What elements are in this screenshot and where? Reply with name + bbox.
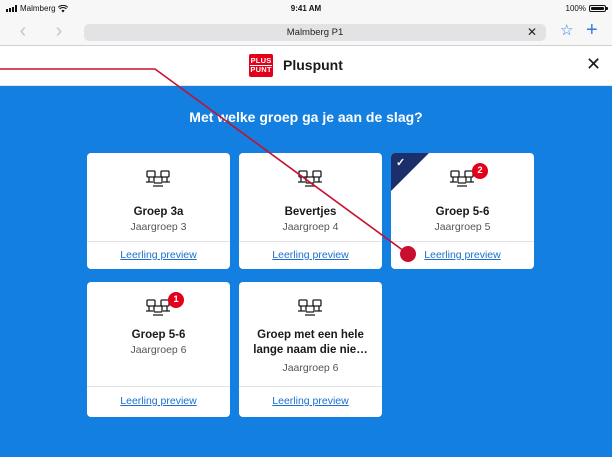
group-card[interactable]: Bevertjes Jaargroep 4 Leerling preview [239,153,382,269]
divider [87,386,230,387]
star-icon[interactable]: ☆ [560,23,573,39]
year-group: Jaargroep 6 [130,344,187,356]
close-icon[interactable]: ✕ [586,55,601,73]
logo-line-2: PUNT [250,65,272,74]
chevron-right-icon[interactable]: › [50,21,68,41]
pluspunt-logo: PLUS PUNT [249,54,273,77]
group-name: Groep 5-6 [435,206,490,218]
year-group: Jaargroep 4 [282,221,339,233]
group-icon [298,170,322,187]
student-preview-link[interactable]: Leerling preview [87,395,230,407]
group-selection-panel: Met welke groep ga je aan de slag? Groep… [0,86,612,457]
group-name: Groep 3a [133,206,184,218]
app-header: PLUS PUNT Pluspunt ✕ [0,46,612,86]
group-card[interactable]: 1 Groep 5-6 Jaargroep 6 Leerling preview [87,282,230,417]
group-name: Bevertjes [284,206,337,218]
chevron-left-icon[interactable]: ‹ [14,21,32,41]
notification-badge: 2 [472,163,488,179]
check-icon: ✓ [396,157,406,169]
group-card[interactable]: Groep 3a Jaargroep 3 Leerling preview [87,153,230,269]
group-name: Groep 5-6 [131,329,186,341]
student-preview-link[interactable]: Leerling preview [239,249,382,261]
divider [87,241,230,242]
year-group: Jaargroep 6 [282,362,339,374]
battery-percent: 100% [565,4,586,13]
plus-icon[interactable]: + [586,20,598,40]
divider [239,386,382,387]
logo-line-1: PLUS [250,56,272,65]
clear-url-icon[interactable]: ✕ [527,26,537,38]
battery-icon [589,5,608,12]
group-card[interactable]: Groep met een hele lange naam die nie… J… [239,282,382,417]
app-title: Pluspunt [283,57,343,73]
group-card-selected[interactable]: ✓ 2 Groep 5-6 Jaargroep 5 Leerling previ… [391,153,534,269]
battery-status: 100% [565,4,608,13]
status-time: 9:41 AM [290,4,322,13]
year-group: Jaargroep 5 [434,221,491,233]
group-icon [146,170,170,187]
group-icon [146,299,170,316]
group-name: Groep met een hele lange naam die nie… [253,329,368,356]
browser-toolbar: ‹ › Malmberg P1 ✕ ☆ + [0,18,612,46]
student-preview-link[interactable]: Leerling preview [391,249,534,261]
address-text: Malmberg P1 [286,27,344,38]
status-bar: Malmberg 9:41 AM 100% [0,0,612,18]
page-title: Met welke groep ga je aan de slag? [189,109,423,125]
student-preview-link[interactable]: Leerling preview [239,395,382,407]
notification-badge: 1 [168,292,184,308]
student-preview-link[interactable]: Leerling preview [87,249,230,261]
address-bar[interactable]: Malmberg P1 ✕ [84,24,546,41]
divider [391,241,534,242]
divider [239,241,382,242]
group-icon [450,170,474,187]
group-icon [298,299,322,316]
year-group: Jaargroep 3 [130,221,187,233]
